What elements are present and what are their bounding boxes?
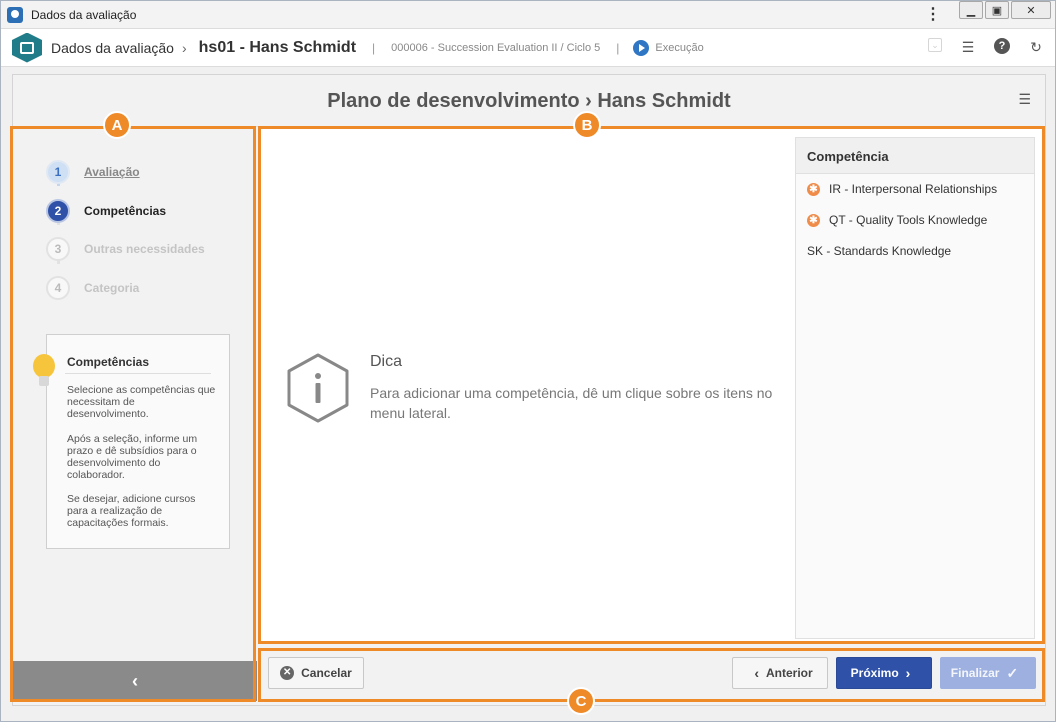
status-label: Execução (655, 41, 704, 54)
highlight-frame-c (258, 648, 1045, 702)
title-bar: Dados da avaliação ⋮ ▁ ▣ ✕ (1, 1, 1055, 29)
header-divider: | (372, 40, 376, 55)
close-button[interactable]: ✕ (1011, 1, 1051, 19)
page-title: Plano de desenvolvimento › Hans Schmidt (327, 90, 731, 112)
app-icon (7, 6, 23, 23)
help-icon[interactable]: ? (994, 38, 1010, 54)
header-bar: Dados da avaliação › hs01 - Hans Schmidt… (1, 29, 1055, 67)
more-options-icon[interactable]: ⋮ (925, 7, 941, 23)
highlight-frame-b (258, 126, 1045, 644)
callout-a: A (103, 111, 131, 139)
minimize-button[interactable]: ▁ (959, 1, 983, 19)
window-controls: ▁ ▣ ✕ (959, 1, 1053, 19)
window-title: Dados da avaliação (31, 7, 137, 22)
chevron-right-icon: › (181, 39, 187, 56)
app-window: Dados da avaliação ⋮ ▁ ▣ ✕ Dados da aval… (0, 0, 1056, 722)
menu-list-icon[interactable]: ☰ (1018, 91, 1031, 108)
collapse-down-icon[interactable]: ⌄ (928, 38, 942, 52)
list-icon[interactable]: ☰ (959, 38, 977, 56)
refresh-icon[interactable]: ↻ (1027, 38, 1045, 56)
callout-c: C (567, 687, 595, 715)
evaluation-meta: 000006 - Succession Evaluation II / Cicl… (391, 41, 601, 54)
play-icon (633, 39, 650, 56)
page-title-row: Plano de desenvolvimento › Hans Schmidt … (13, 75, 1045, 127)
maximize-button[interactable]: ▣ (985, 1, 1009, 19)
header-actions: ⌄ ☰ ? ↻ (911, 38, 1045, 56)
evaluation-app-icon (12, 32, 42, 63)
breadcrumb-current: hs01 - Hans Schmidt (198, 38, 357, 56)
breadcrumb-root[interactable]: Dados da avaliação (51, 40, 174, 56)
header-divider-2: | (616, 40, 620, 55)
highlight-frame-a (10, 126, 256, 702)
callout-b: B (573, 111, 601, 139)
